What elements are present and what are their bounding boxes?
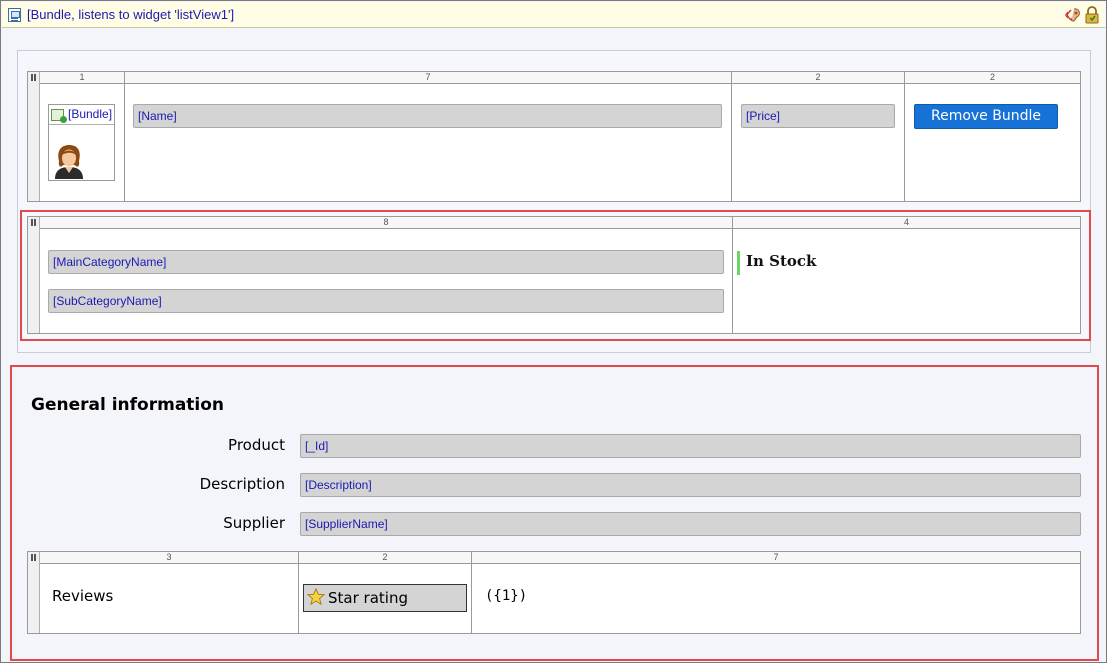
stock-cell: In Stock [733,229,1080,333]
section-title: General information [31,395,225,415]
stock-status: In Stock [746,252,817,270]
rating-value-cell: ({1}) [472,564,1080,633]
star-rating-button[interactable]: Star rating [303,584,467,612]
supplier-label: Supplier [223,514,285,532]
column-header: 2 [905,72,1080,84]
stock-indicator [737,251,740,275]
reviews-grid: 3 2 7 Reviews Star rating ({1}) [27,551,1081,634]
main-category-field[interactable]: [MainCategoryName] [48,250,724,274]
column-header: 1 [40,72,125,84]
column-header: 7 [472,552,1080,564]
lock-icon[interactable] [1085,6,1099,24]
bundle-image-cell: [Bundle] [40,84,125,201]
reviews-label: Reviews [52,587,114,605]
bundle-label: [Bundle] [68,107,113,121]
description-label: Description [199,475,285,493]
grid-drag-handle[interactable] [28,552,40,633]
category-grid: 8 4 [MainCategoryName] [SubCategoryName]… [27,216,1081,334]
widget-designer: [Bundle, listens to widget 'listView1'] … [0,0,1107,663]
widget-title: [Bundle, listens to widget 'listView1'] [27,7,235,22]
star-icon [307,588,325,606]
reviews-label-cell: Reviews [40,564,299,633]
bundle-image-header: [Bundle] [49,105,114,125]
supplier-field[interactable]: [SupplierName] [300,512,1081,536]
price-field[interactable]: [Price] [741,104,895,128]
star-rating-label: Star rating [328,589,408,607]
column-header: 2 [732,72,905,84]
action-cell: Remove Bundle [905,84,1080,201]
widget-titlebar: [Bundle, listens to widget 'listView1'] [2,2,1105,28]
column-header: 3 [40,552,299,564]
grid-drag-handle[interactable] [28,72,40,201]
name-cell: [Name] [125,84,732,201]
remove-bundle-button[interactable]: Remove Bundle [914,104,1058,129]
column-header: 4 [733,217,1080,229]
column-header: 2 [299,552,472,564]
rating-cell: Star rating [299,564,472,633]
bundle-image-widget[interactable]: [Bundle] [48,104,115,181]
document-icon [8,8,21,22]
bundle-grid: 1 7 2 2 [Bundle] [Name] [Price] Remove B… [27,71,1081,202]
column-header: 7 [125,72,732,84]
avatar [55,145,83,179]
price-cell: [Price] [732,84,905,201]
sub-category-field[interactable]: [SubCategoryName] [48,289,724,313]
image-icon [51,109,67,123]
grid-drag-handle[interactable] [28,217,40,333]
rating-value: ({1}) [485,588,528,604]
description-field[interactable]: [Description] [300,473,1081,497]
product-field[interactable]: [_Id] [300,434,1081,458]
product-label: Product [228,436,285,454]
category-cell: [MainCategoryName] [SubCategoryName] [40,229,733,333]
ear-icon[interactable] [1065,6,1083,24]
column-header: 8 [40,217,733,229]
name-field[interactable]: [Name] [133,104,722,128]
